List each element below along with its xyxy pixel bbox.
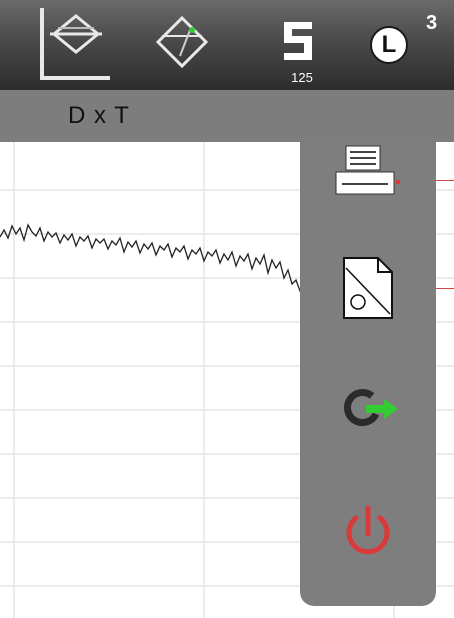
power-icon[interactable]: [338, 502, 398, 562]
view-subbar: D x T: [0, 90, 454, 142]
top-toolbar: 125 L 3: [0, 0, 454, 90]
layer-badge[interactable]: L: [370, 26, 408, 64]
axes-symmetry-icon[interactable]: [36, 0, 116, 90]
document-icon[interactable]: [340, 254, 396, 322]
view-title: D x T: [68, 102, 130, 129]
signal-trace: [0, 223, 337, 300]
layer-count: 3: [426, 12, 438, 34]
refresh-export-icon[interactable]: [336, 388, 400, 432]
speed-value: 125: [291, 70, 313, 85]
printer-icon[interactable]: [334, 144, 400, 196]
side-action-panel: [300, 142, 436, 606]
diamond-measure-icon[interactable]: [150, 0, 214, 90]
